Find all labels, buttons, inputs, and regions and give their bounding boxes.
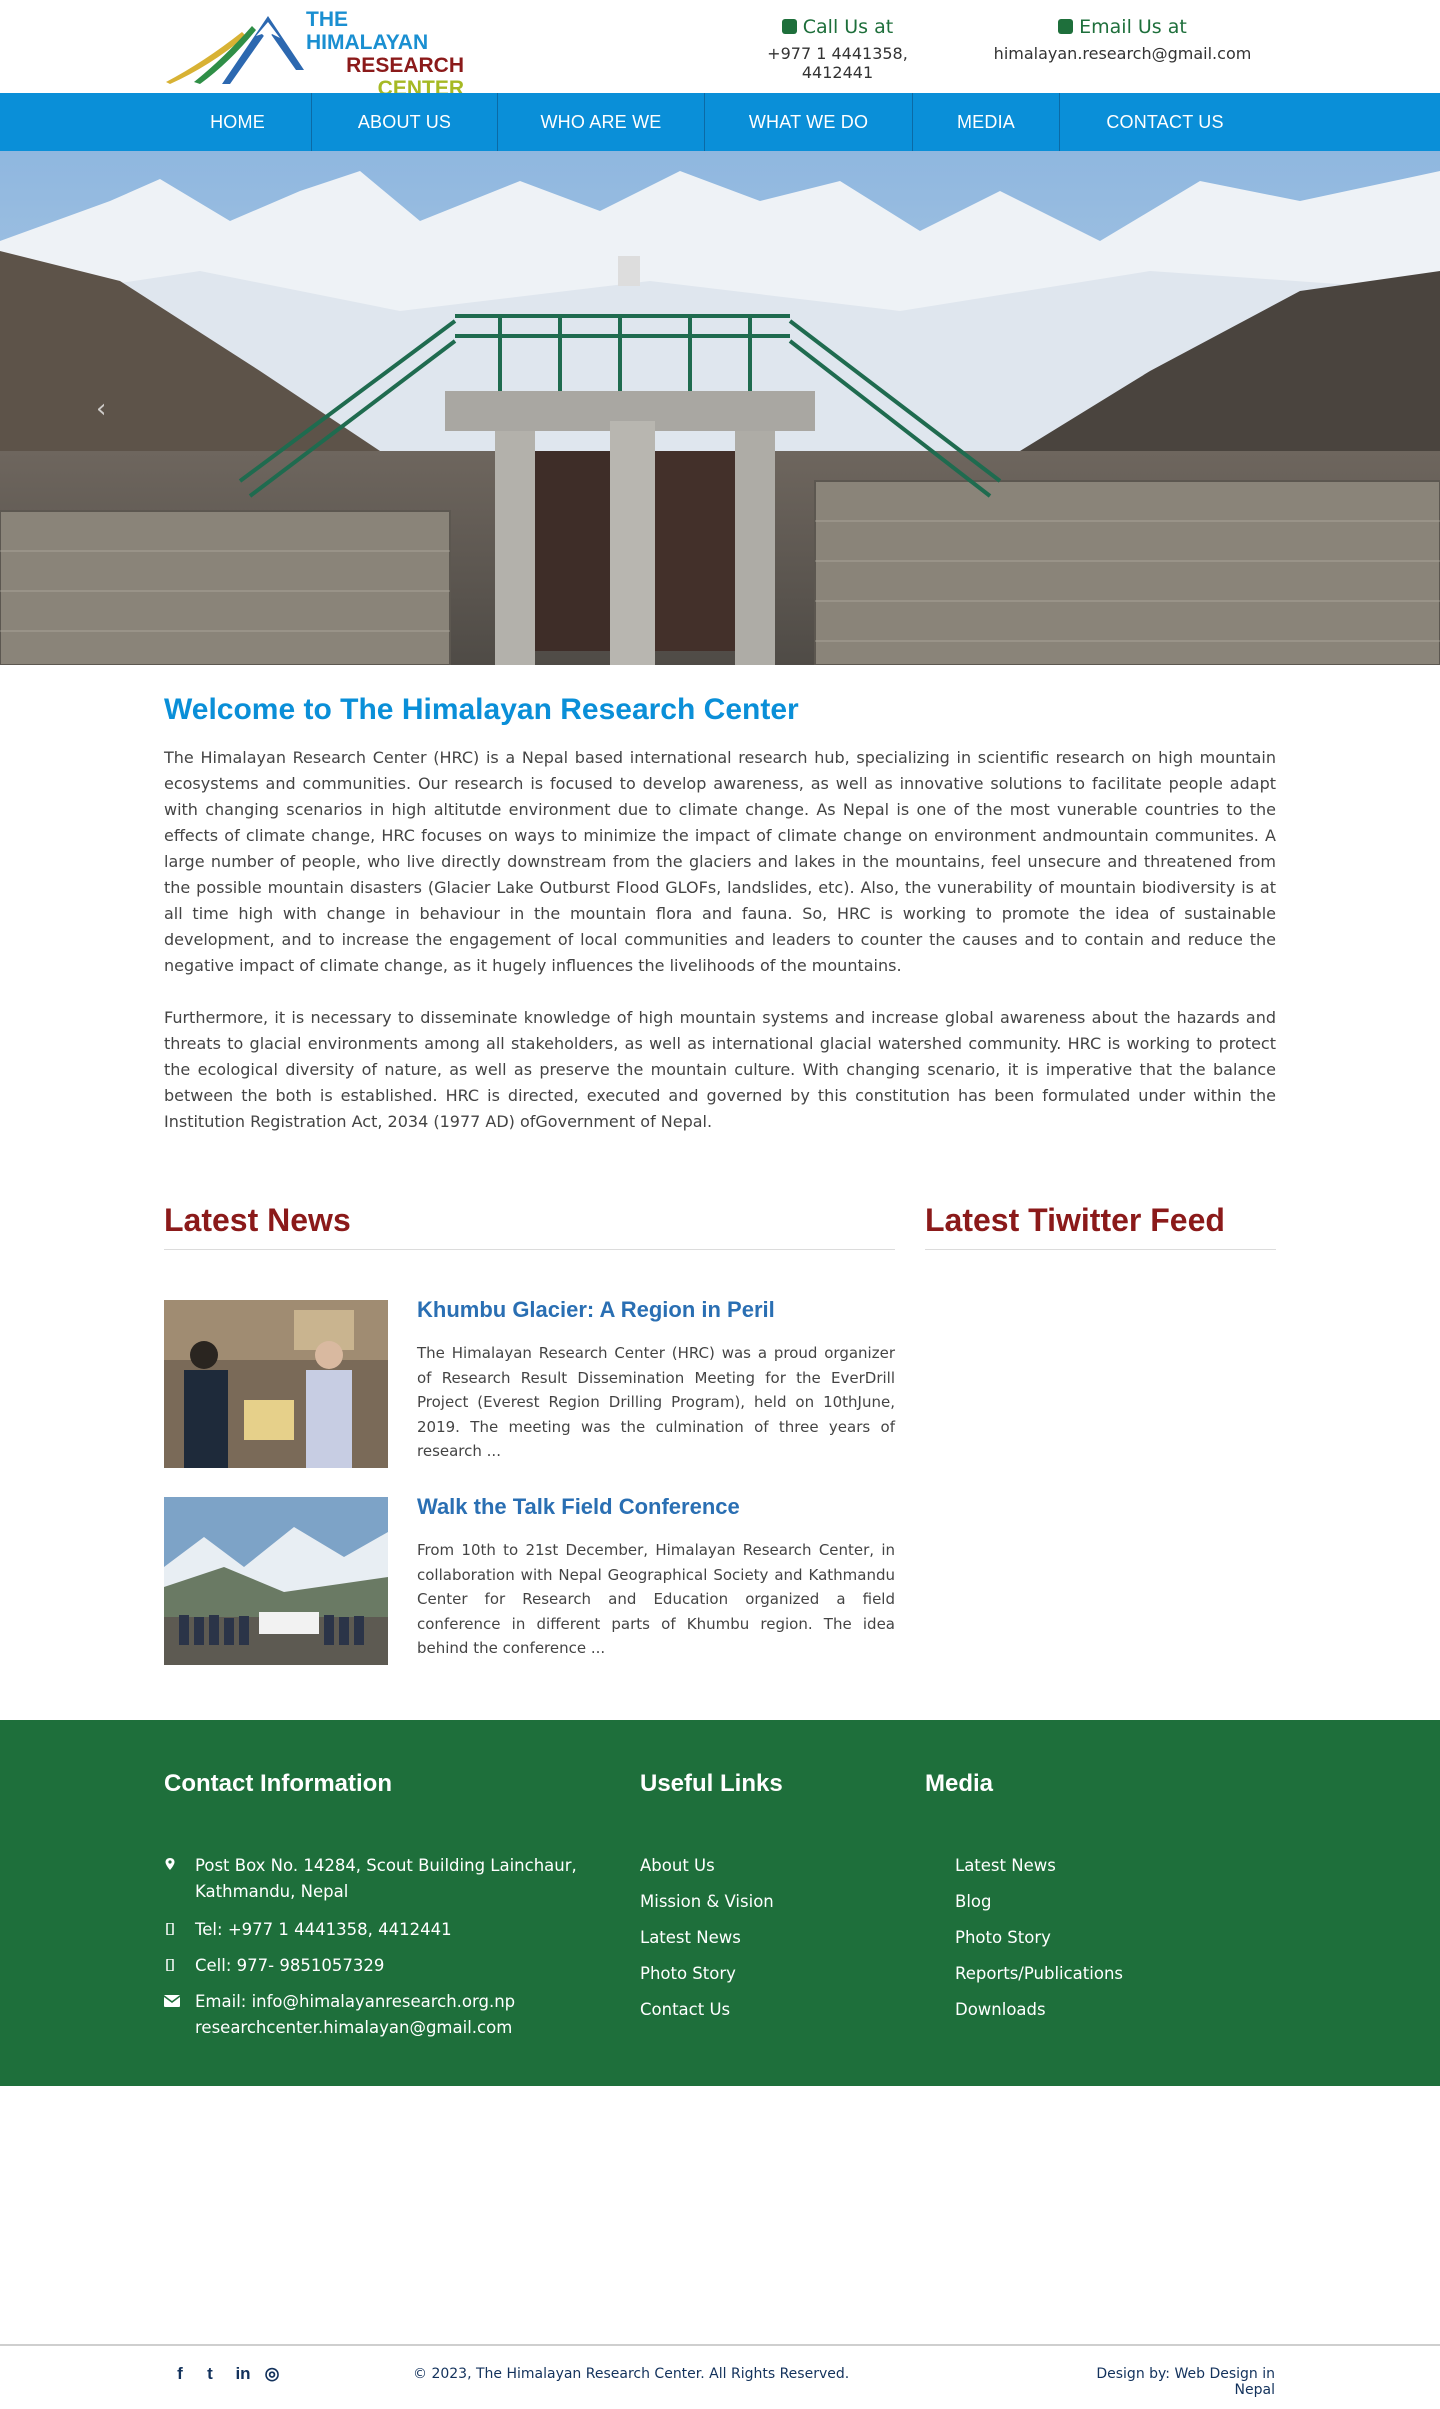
nav-item-what-we-do[interactable]: WHAT WE DO	[705, 93, 912, 151]
footer-cell[interactable]: Cell: 977- 9851057329	[195, 1953, 384, 1979]
design-credit-link[interactable]: Design by: Web Design in Nepal	[1057, 2366, 1275, 2398]
welcome-title: Welcome to The Himalayan Research Center	[164, 693, 799, 726]
hero-carousel: ‹	[0, 151, 1440, 665]
address-line-1: Post Box No. 14284, Scout Building Lainc…	[195, 1856, 577, 1875]
nav-item-contact-us[interactable]: CONTACT US	[1060, 93, 1270, 151]
envelope-icon	[1058, 19, 1074, 34]
footer-media-blog[interactable]: Blog	[955, 1892, 991, 1911]
copyright-text: © 2023, The Himalayan Research Center. A…	[413, 2366, 850, 2382]
welcome-paragraph-1: The Himalayan Research Center (HRC) is a…	[164, 748, 1276, 975]
news-thumbnail[interactable]	[164, 1497, 388, 1665]
email-label: Email Us at	[1079, 16, 1187, 38]
footer-media-latest-news[interactable]: Latest News	[955, 1856, 1056, 1875]
bottom-divider	[0, 2344, 1440, 2346]
news-item-title[interactable]: Walk the Talk Field Conference	[417, 1494, 740, 1520]
footer-email[interactable]: Email: info@himalayanresearch.org.np res…	[195, 1989, 515, 2041]
footer-link-about-us[interactable]: About Us	[640, 1856, 715, 1875]
news-item-title[interactable]: Khumbu Glacier: A Region in Peril	[417, 1297, 775, 1323]
logo-line-1: THE HIMALAYAN	[306, 8, 429, 54]
envelope-icon	[164, 1995, 180, 2007]
mountain-logo-icon	[166, 16, 304, 84]
nav-item-home[interactable]: HOME	[164, 93, 311, 151]
footer-tel[interactable]: Tel: +977 1 4441358, 4412441	[195, 1917, 452, 1943]
footer-link-mission-vision[interactable]: Mission & Vision	[640, 1892, 774, 1911]
news-item-excerpt: The Himalayan Research Center (HRC) was …	[417, 1344, 895, 1460]
nav-item-who-are-we[interactable]: WHO ARE WE	[498, 93, 704, 151]
email-line-2[interactable]: researchcenter.himalayan@gmail.com	[195, 2018, 512, 2037]
footer-address: Post Box No. 14284, Scout Building Lainc…	[195, 1853, 577, 1905]
news-divider	[164, 1249, 895, 1250]
facebook-icon[interactable]: f	[170, 2364, 190, 2384]
footer-media-heading: Media	[925, 1770, 994, 1797]
main-nav: HOME ABOUT US WHO ARE WE WHAT WE DO MEDI…	[0, 93, 1440, 151]
logo-line-2: RESEARCH	[346, 54, 464, 77]
nav-item-about-us[interactable]: ABOUT US	[312, 93, 497, 151]
twitter-icon[interactable]: t	[200, 2364, 220, 2384]
header-call: Call Us at +977 1 4441358, 4412441	[735, 16, 940, 82]
call-label-row: Call Us at	[735, 16, 940, 38]
address-line-2: Kathmandu, Nepal	[195, 1882, 349, 1901]
email-line-1[interactable]: Email: info@himalayanresearch.org.np	[195, 1992, 515, 2011]
linkedin-icon[interactable]: in	[230, 2364, 256, 2384]
email-label-row: Email Us at	[990, 16, 1255, 38]
footer-contact-heading: Contact Information	[164, 1770, 392, 1797]
map-marker-icon	[165, 1858, 175, 1870]
header-email: Email Us at himalayan.research@gmail.com	[990, 16, 1255, 63]
logo-wordmark: THE HIMALAYAN RESEARCH CENTER	[306, 8, 464, 100]
twitter-feed-heading: Latest Tiwitter Feed	[925, 1202, 1225, 1238]
footer-media-reports-publications[interactable]: Reports/Publications	[955, 1964, 1123, 1983]
nav-item-media[interactable]: MEDIA	[913, 93, 1059, 151]
latest-news-heading: Latest News	[164, 1202, 351, 1238]
welcome-paragraph-2: Furthermore, it is necessary to dissemin…	[164, 1008, 1276, 1131]
email-address[interactable]: himalayan.research@gmail.com	[990, 44, 1255, 63]
footer-useful-links-heading: Useful Links	[640, 1770, 783, 1797]
phone-icon	[781, 19, 797, 34]
news-item-excerpt: From 10th to 21st December, Himalayan Re…	[417, 1541, 895, 1657]
site-logo[interactable]: THE HIMALAYAN RESEARCH CENTER	[164, 8, 464, 100]
site-footer: Contact Information Post Box No. 14284, …	[0, 1720, 1440, 2086]
footer-link-photo-story[interactable]: Photo Story	[640, 1964, 736, 1983]
call-label: Call Us at	[802, 16, 894, 38]
twitter-divider	[925, 1249, 1276, 1250]
mobile-phone-icon	[166, 1923, 174, 1935]
hero-image	[0, 151, 1440, 665]
call-number[interactable]: +977 1 4441358, 4412441	[735, 44, 940, 82]
news-thumbnail[interactable]	[164, 1300, 388, 1468]
footer-link-latest-news[interactable]: Latest News	[640, 1928, 741, 1947]
carousel-prev-arrow-icon[interactable]: ‹	[96, 396, 118, 422]
instagram-icon[interactable]: ◎	[262, 2364, 282, 2384]
mobile-phone-icon	[166, 1959, 174, 1971]
footer-link-contact-us[interactable]: Contact Us	[640, 2000, 730, 2019]
footer-media-downloads[interactable]: Downloads	[955, 2000, 1046, 2019]
footer-media-photo-story[interactable]: Photo Story	[955, 1928, 1051, 1947]
site-header: THE HIMALAYAN RESEARCH CENTER Call Us at…	[0, 0, 1440, 100]
